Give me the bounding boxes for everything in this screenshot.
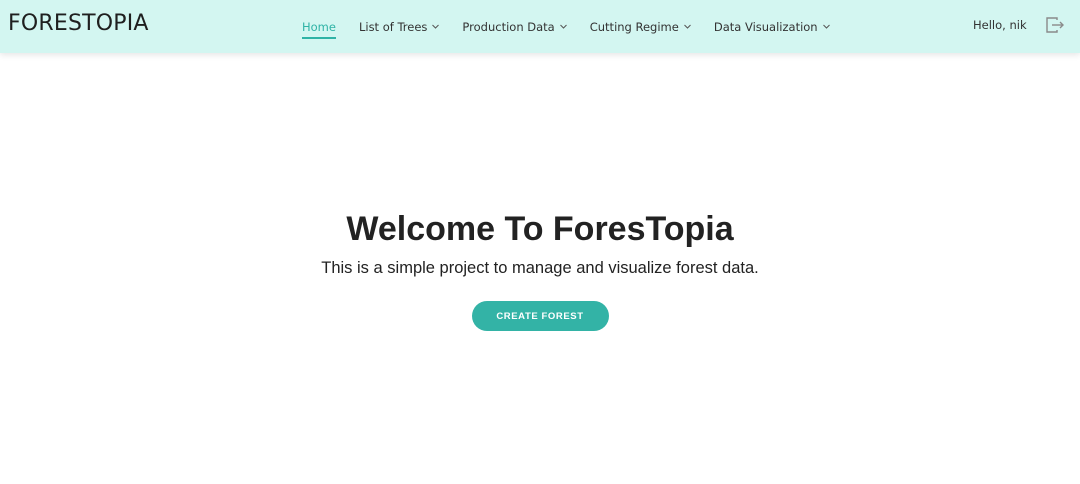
- create-forest-button[interactable]: CREATE FOREST: [471, 301, 609, 331]
- nav-item-label: Cutting Regime: [589, 19, 679, 34]
- user-greeting: Hello, nik: [973, 18, 1027, 32]
- nav-item-label: Production Data: [462, 19, 555, 34]
- hero-title: Welcome To ForesTopia: [346, 210, 734, 248]
- nav-item-home[interactable]: Home: [302, 0, 336, 53]
- logout-icon[interactable]: [1045, 16, 1065, 34]
- brand-logo[interactable]: FORESTOPIA: [8, 11, 149, 36]
- nav-item-list-of-trees[interactable]: List of Trees: [358, 0, 440, 53]
- main-menu: Home List of Trees Production Data Cutti…: [302, 0, 853, 53]
- nav-item-data-visualization[interactable]: Data Visualization: [714, 0, 830, 53]
- top-navbar: FORESTOPIA Home List of Trees Production…: [0, 0, 1080, 53]
- chevron-down-icon: [822, 23, 830, 30]
- nav-item-label: List of Trees: [358, 19, 428, 34]
- nav-item-label: Home: [302, 19, 336, 34]
- hero-subtitle: This is a simple project to manage and v…: [321, 259, 759, 277]
- nav-item-label: Data Visualization: [713, 19, 818, 34]
- nav-item-production-data[interactable]: Production Data: [462, 0, 567, 53]
- chevron-down-icon: [432, 23, 440, 30]
- hero-section: Welcome To ForesTopia This is a simple p…: [0, 205, 1080, 331]
- nav-item-cutting-regime[interactable]: Cutting Regime: [590, 0, 691, 53]
- chevron-down-icon: [683, 23, 691, 30]
- chevron-down-icon: [559, 23, 567, 30]
